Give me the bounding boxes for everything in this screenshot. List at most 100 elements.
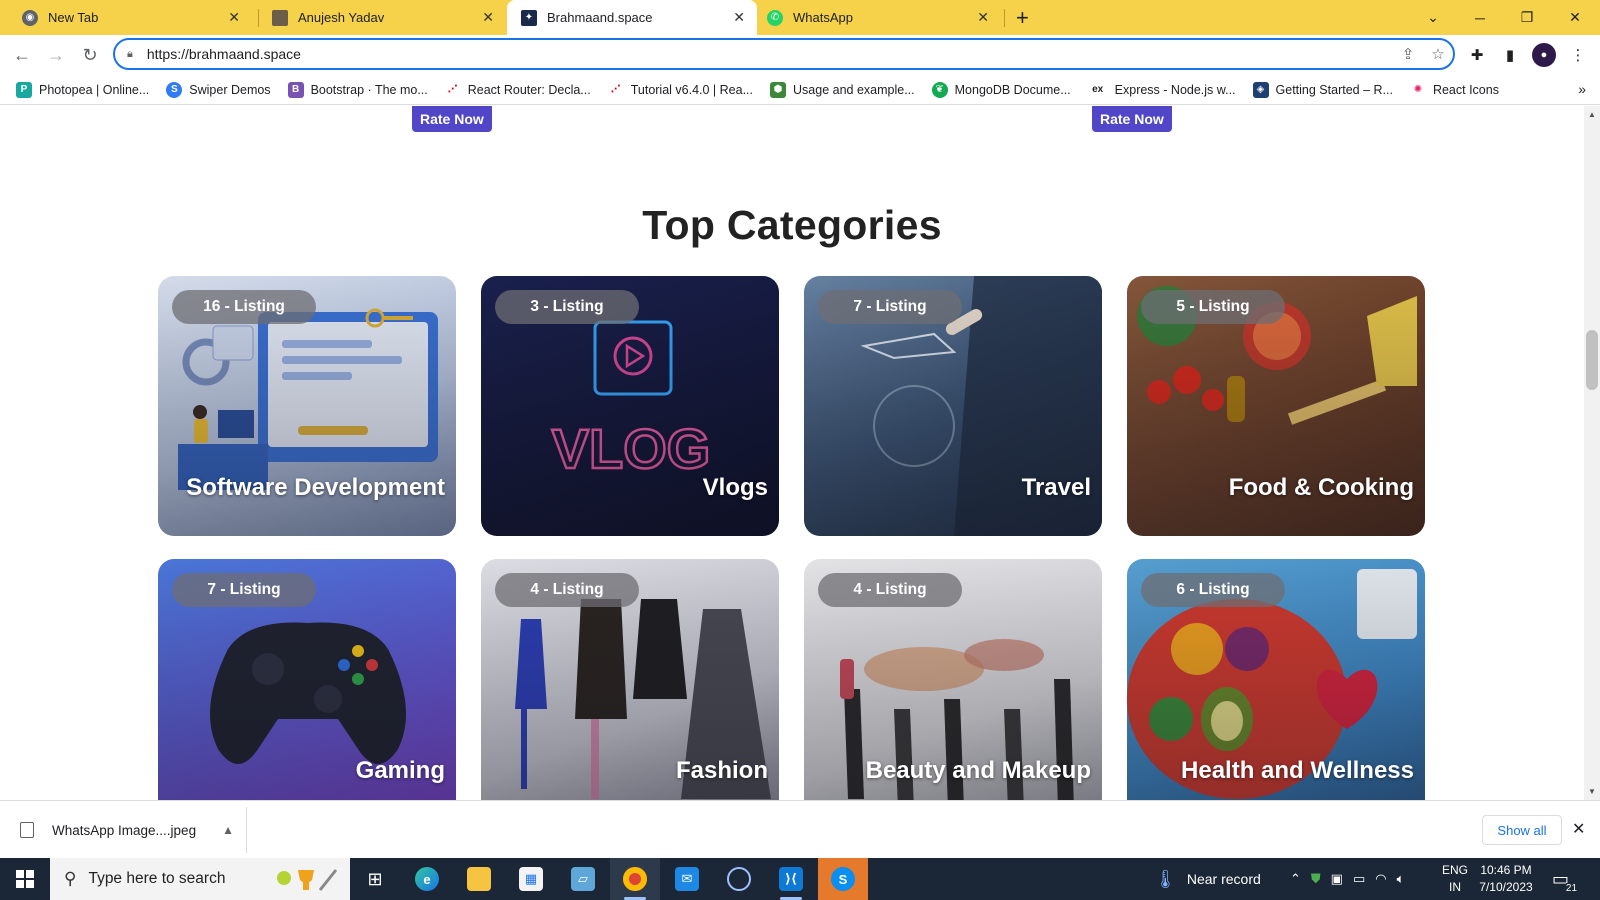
tab-new-tab[interactable]: ◉ New Tab ✕ <box>0 0 252 35</box>
address-bar[interactable]: 🔒︎ https://brahmaand.space ⇪ ☆ <box>113 38 1455 70</box>
bookmark-tutorial[interactable]: ⋰ Tutorial v6.4.0 | Rea... <box>608 82 753 98</box>
meet-now-icon[interactable]: ▣ <box>1331 871 1343 887</box>
extensions-puzzle-icon[interactable]: ✚ <box>1465 43 1489 67</box>
profile-photo-icon <box>272 9 288 26</box>
microsoft-store-icon[interactable]: ▦ <box>506 858 556 900</box>
sticky-app-icon[interactable]: ▱ <box>558 858 608 900</box>
skype-like-app-icon[interactable]: S <box>818 858 868 900</box>
more-bookmarks-icon[interactable]: » <box>1578 81 1586 97</box>
url-text[interactable]: https://brahmaand.space <box>147 46 1393 62</box>
taskbar-search-box[interactable]: ⚲ Type here to search <box>50 858 350 900</box>
wifi-icon[interactable]: ◠ <box>1375 871 1386 887</box>
bookmark-label: Bootstrap · The mo... <box>310 82 428 97</box>
react-router-icon: ⋰ <box>610 84 621 95</box>
side-panel-icon[interactable]: ▮ <box>1498 43 1522 67</box>
listing-count-badge: 4 - Listing <box>495 573 639 607</box>
rate-now-button[interactable]: Rate Now <box>412 106 492 132</box>
chrome-menu-icon[interactable]: ⋮ <box>1566 43 1590 67</box>
mail-icon[interactable]: ✉ <box>662 858 712 900</box>
bookmark-react-router[interactable]: ⋰ React Router: Decla... <box>445 82 591 98</box>
category-card-vlogs[interactable]: VLOG 3 - Listing Vlogs <box>481 276 779 536</box>
weather-text: Near record <box>1186 871 1261 887</box>
start-button[interactable] <box>0 858 50 900</box>
tab-title: New Tab <box>48 10 99 25</box>
section-title: Top Categories <box>642 202 942 248</box>
volume-icon[interactable]: 🔈︎ <box>1397 871 1405 887</box>
page-scrollbar[interactable]: ▲ ▼ <box>1584 106 1600 800</box>
bookmark-bootstrap[interactable]: B Bootstrap · The mo... <box>287 81 428 98</box>
lock-icon[interactable]: 🔒︎ <box>127 48 133 61</box>
forward-arrow-icon[interactable]: → <box>44 43 68 67</box>
tab-search-chevron-icon[interactable]: ⌄ <box>1410 0 1456 35</box>
tab-brahmaand-space[interactable]: ✦ Brahmaand.space ✕ <box>507 0 757 35</box>
tab-anujesh-yadav[interactable]: Anujesh Yadav ✕ <box>262 0 506 35</box>
category-card-beauty-makeup[interactable]: 4 - Listing Beauty and Makeup <box>804 559 1102 800</box>
category-card-software-development[interactable]: 16 - Listing Software Development <box>158 276 456 536</box>
show-all-button[interactable]: Show all <box>1482 815 1562 845</box>
share-icon[interactable]: ⇪ <box>1393 45 1423 63</box>
category-name: Vlogs <box>702 474 768 501</box>
bookmark-label: MongoDB Docume... <box>954 82 1071 97</box>
bookmark-star-icon[interactable]: ☆ <box>1423 45 1453 63</box>
bookmark-label: Usage and example... <box>793 82 915 97</box>
bookmark-usage-and-example[interactable]: ⬢ Usage and example... <box>770 81 915 98</box>
mongodb-leaf-icon: ❦ <box>931 81 948 98</box>
listing-count-badge: 4 - Listing <box>818 573 962 607</box>
cortana-icon[interactable] <box>714 858 764 900</box>
close-tab-icon[interactable]: ✕ <box>482 9 494 26</box>
bookmark-photopea[interactable]: P Photopea | Online... <box>16 81 149 98</box>
file-explorer-icon[interactable] <box>454 858 504 900</box>
security-shield-icon[interactable]: ⛊ <box>1311 871 1321 887</box>
close-tab-icon[interactable]: ✕ <box>228 9 240 26</box>
react-icons-icon: ✺ <box>1413 84 1423 95</box>
browser-toolbar: ← → ↻ 🔒︎ https://brahmaand.space ⇪ ☆ ✚ ▮… <box>0 35 1600 75</box>
category-card-fashion[interactable]: 4 - Listing Fashion <box>481 559 779 800</box>
bookmark-express[interactable]: ex Express - Node.js w... <box>1088 82 1235 98</box>
close-download-bar-icon[interactable]: ✕ <box>1572 819 1585 839</box>
show-hidden-icons-chevron-icon[interactable]: ⌃ <box>1290 871 1301 887</box>
profile-avatar[interactable]: ● <box>1532 43 1556 67</box>
category-card-travel[interactable]: 7 - Listing Travel <box>804 276 1102 536</box>
minimize-icon[interactable]: ─ <box>1457 0 1503 35</box>
bookmark-react-icons[interactable]: ✺ React Icons <box>1410 82 1499 98</box>
bookmark-swiper-demos[interactable]: S Swiper Demos <box>166 81 271 98</box>
edge-icon[interactable]: e <box>402 858 452 900</box>
back-arrow-icon[interactable]: ← <box>10 43 34 67</box>
download-item[interactable]: WhatsApp Image....jpeg ▲ <box>20 815 234 845</box>
category-name: Fashion <box>675 757 768 784</box>
download-file-name: WhatsApp Image....jpeg <box>52 822 197 838</box>
listing-count-badge: 6 - Listing <box>1141 573 1285 607</box>
category-card-food-cooking[interactable]: 5 - Listing Food & Cooking <box>1127 276 1425 536</box>
bookmark-mongodb[interactable]: ❦ MongoDB Docume... <box>931 81 1071 98</box>
notification-center-icon[interactable]: ▭ 21 <box>1552 858 1578 900</box>
category-name: Gaming <box>355 757 445 784</box>
chrome-taskbar-icon[interactable] <box>610 858 660 900</box>
scroll-down-arrow-icon[interactable]: ▼ <box>1588 787 1596 796</box>
tab-title: Anujesh Yadav <box>298 10 385 25</box>
scrollbar-thumb[interactable] <box>1586 330 1598 390</box>
close-tab-icon[interactable]: ✕ <box>733 9 745 26</box>
close-tab-icon[interactable]: ✕ <box>977 9 989 26</box>
tab-title: Brahmaand.space <box>547 10 653 25</box>
bookmark-label: Tutorial v6.4.0 | Rea... <box>630 82 754 97</box>
rate-now-button[interactable]: Rate Now <box>1092 106 1172 132</box>
new-tab-icon[interactable]: + <box>1016 5 1029 31</box>
restore-icon[interactable]: ❐ <box>1504 0 1550 35</box>
close-window-icon[interactable]: ✕ <box>1552 0 1598 35</box>
battery-icon[interactable]: ▭ <box>1353 871 1365 887</box>
reload-icon[interactable]: ↻ <box>78 43 102 67</box>
vscode-icon[interactable]: ⟩⟨ <box>766 858 816 900</box>
tab-whatsapp[interactable]: ✆ WhatsApp ✕ <box>757 0 1001 35</box>
task-view-icon[interactable]: ⊞ <box>350 858 400 900</box>
category-name: Software Development <box>186 474 445 501</box>
scroll-up-arrow-icon[interactable]: ▲ <box>1588 110 1596 119</box>
chevron-up-icon[interactable]: ▲ <box>222 823 234 837</box>
bookmark-getting-started[interactable]: ◈ Getting Started – R... <box>1252 81 1393 98</box>
photopea-icon: P <box>16 81 32 98</box>
language-code: ENG <box>1442 863 1469 877</box>
input-language-indicator[interactable]: ENG IN <box>1442 862 1468 896</box>
taskbar-clock[interactable]: 10:46 PM 7/10/2023 <box>1468 862 1544 896</box>
weather-widget[interactable]: 🌡︎ Near record <box>1154 858 1261 900</box>
category-card-gaming[interactable]: 7 - Listing Gaming <box>158 559 456 800</box>
category-card-health-wellness[interactable]: 6 - Listing Health and Wellness <box>1127 559 1425 800</box>
